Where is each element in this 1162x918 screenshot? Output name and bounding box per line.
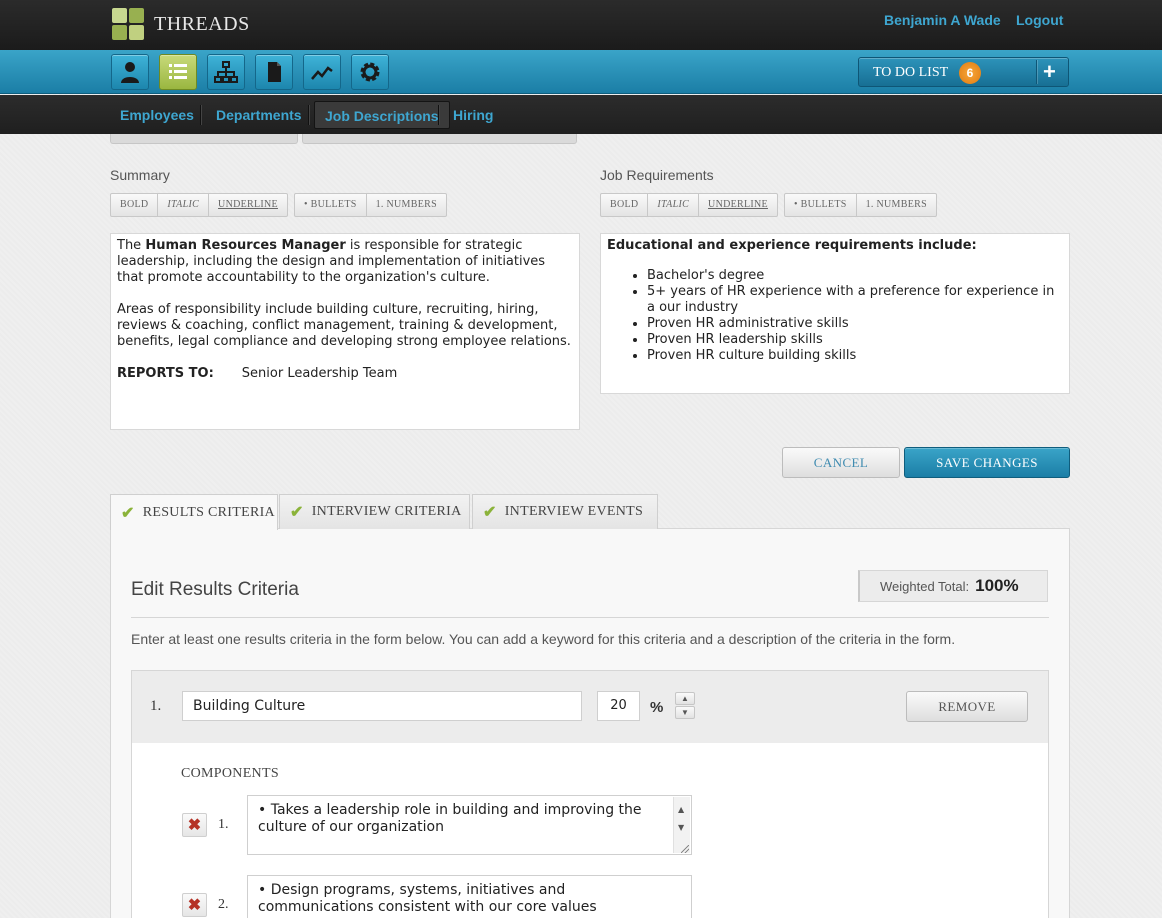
components-label: COMPONENTS bbox=[181, 766, 279, 781]
trend-chart-icon[interactable] bbox=[303, 54, 341, 90]
sub-navigation: Employees Departments Job Descriptions H… bbox=[0, 95, 1162, 134]
resize-handle-icon[interactable] bbox=[681, 845, 689, 853]
add-todo-icon[interactable]: + bbox=[1043, 60, 1056, 84]
subnav-divider bbox=[308, 105, 309, 125]
criterion-name-input[interactable]: Building Culture bbox=[182, 691, 582, 721]
list-item: Proven HR administrative skills bbox=[647, 316, 1063, 332]
percent-sign: % bbox=[650, 699, 664, 716]
user-name-link[interactable]: Benjamin A Wade bbox=[884, 12, 1001, 28]
subnav-item-hiring[interactable]: Hiring bbox=[443, 101, 503, 129]
document-icon[interactable] bbox=[255, 54, 293, 90]
gear-icon[interactable] bbox=[351, 54, 389, 90]
weighted-total-value: 100% bbox=[975, 576, 1019, 595]
subnav-divider bbox=[200, 105, 201, 125]
cutoff-field[interactable] bbox=[302, 134, 577, 144]
threads-logo-icon[interactable] bbox=[112, 8, 146, 42]
bullets-button[interactable]: • BULLETS bbox=[295, 194, 367, 216]
delete-component-icon[interactable]: ✖ bbox=[182, 893, 207, 917]
list-icon[interactable] bbox=[159, 54, 197, 90]
instructions-text: Enter at least one results criteria in t… bbox=[131, 631, 956, 647]
logout-link[interactable]: Logout bbox=[1016, 12, 1063, 28]
todo-divider bbox=[1036, 60, 1037, 84]
list-item: 5+ years of HR experience with a prefere… bbox=[647, 284, 1063, 316]
person-icon[interactable] bbox=[111, 54, 149, 90]
component-textarea[interactable]: • Design programs, systems, initiatives … bbox=[247, 875, 692, 918]
checkmark-icon: ✔ bbox=[121, 504, 135, 522]
requirements-text-format-group: BOLD ITALIC UNDERLINE bbox=[600, 193, 778, 217]
org-chart-icon[interactable] bbox=[207, 54, 245, 90]
numbers-button[interactable]: 1. NUMBERS bbox=[367, 194, 446, 216]
bold-button[interactable]: BOLD bbox=[111, 194, 159, 216]
weighted-total-box: Weighted Total: 100% bbox=[858, 570, 1048, 602]
checkmark-icon: ✔ bbox=[290, 504, 304, 521]
remove-criterion-button[interactable]: REMOVE bbox=[906, 691, 1028, 722]
summary-paragraph-1: The Human Resources Manager is responsib… bbox=[117, 238, 546, 285]
checkmark-icon: ✔ bbox=[483, 504, 497, 521]
scroll-up-arrow-icon[interactable]: ▲ bbox=[678, 801, 684, 818]
tab-label: INTERVIEW EVENTS bbox=[504, 504, 644, 519]
todo-label: TO DO LIST bbox=[873, 65, 949, 80]
section-divider bbox=[131, 617, 1049, 618]
bullets-button[interactable]: • BULLETS bbox=[785, 194, 857, 216]
criterion-number: 1. bbox=[150, 698, 162, 714]
increment-arrow-icon[interactable]: ▲ bbox=[675, 692, 695, 705]
italic-button[interactable]: ITALIC bbox=[158, 194, 210, 216]
tab-interview-events[interactable]: ✔ INTERVIEW EVENTS bbox=[472, 494, 658, 529]
tab-label: RESULTS CRITERIA bbox=[142, 504, 275, 520]
top-bar: THREADS Benjamin A Wade Logout bbox=[0, 0, 1162, 50]
todo-count-badge: 6 bbox=[959, 62, 981, 84]
save-changes-button[interactable]: SAVE CHANGES bbox=[904, 447, 1070, 478]
reports-to-line: REPORTS TO: Senior Leadership Team bbox=[117, 366, 573, 382]
summary-list-format-group: • BULLETS 1. NUMBERS bbox=[294, 193, 447, 217]
reports-to-label: REPORTS TO: bbox=[117, 366, 214, 381]
app-name[interactable]: THREADS bbox=[154, 13, 250, 36]
italic-button[interactable]: ITALIC bbox=[648, 194, 700, 216]
decrement-arrow-icon[interactable]: ▼ bbox=[675, 706, 695, 719]
subnav-divider bbox=[438, 105, 439, 125]
icon-toolbar: TO DO LIST 6 + bbox=[0, 50, 1162, 94]
weighted-total-label: Weighted Total: bbox=[880, 578, 970, 594]
cancel-button[interactable]: CANCEL bbox=[782, 447, 900, 478]
numbers-button[interactable]: 1. NUMBERS bbox=[857, 194, 936, 216]
component-number: 1. bbox=[218, 817, 229, 832]
scroll-down-arrow-icon[interactable]: ▼ bbox=[678, 819, 684, 836]
delete-component-icon[interactable]: ✖ bbox=[182, 813, 207, 837]
tab-label: INTERVIEW CRITERIA bbox=[311, 504, 462, 519]
tab-results-criteria[interactable]: ✔ RESULTS CRITERIA bbox=[110, 494, 278, 530]
section-title: Edit Results Criteria bbox=[131, 579, 299, 600]
component-text: • Design programs, systems, initiatives … bbox=[258, 882, 597, 915]
subnav-item-job-descriptions[interactable]: Job Descriptions bbox=[314, 101, 450, 129]
job-requirements-label: Job Requirements bbox=[600, 167, 714, 183]
criterion-weight-input[interactable]: 20 bbox=[597, 691, 640, 721]
underline-button[interactable]: UNDERLINE bbox=[699, 194, 777, 216]
requirements-heading: Educational and experience requirements … bbox=[607, 238, 977, 253]
reports-to-value: Senior Leadership Team bbox=[241, 366, 398, 381]
underline-button[interactable]: UNDERLINE bbox=[209, 194, 287, 216]
tab-interview-criteria[interactable]: ✔ INTERVIEW CRITERIA bbox=[279, 494, 470, 529]
weight-stepper[interactable]: ▲ ▼ bbox=[675, 692, 695, 720]
subnav-item-departments[interactable]: Departments bbox=[206, 101, 312, 129]
subnav-item-employees[interactable]: Employees bbox=[110, 101, 204, 129]
component-number: 2. bbox=[218, 897, 229, 912]
component-textarea[interactable]: • Takes a leadership role in building an… bbox=[247, 795, 692, 855]
component-text: • Takes a leadership role in building an… bbox=[258, 802, 642, 835]
job-title-bold: Human Resources Manager bbox=[145, 238, 346, 253]
summary-editor[interactable]: The Human Resources Manager is responsib… bbox=[110, 233, 580, 430]
list-item: Bachelor's degree bbox=[647, 268, 1063, 284]
summary-label: Summary bbox=[110, 167, 170, 183]
requirements-list-format-group: • BULLETS 1. NUMBERS bbox=[784, 193, 937, 217]
cutoff-field[interactable] bbox=[110, 134, 298, 144]
summary-text-format-group: BOLD ITALIC UNDERLINE bbox=[110, 193, 288, 217]
requirements-list: Bachelor's degree 5+ years of HR experie… bbox=[647, 268, 1063, 364]
bold-button[interactable]: BOLD bbox=[601, 194, 649, 216]
job-requirements-editor[interactable]: Educational and experience requirements … bbox=[600, 233, 1070, 394]
list-item: Proven HR leadership skills bbox=[647, 332, 1063, 348]
summary-paragraph-2: Areas of responsibility include building… bbox=[117, 302, 571, 349]
list-item: Proven HR culture building skills bbox=[647, 348, 1063, 364]
todo-list-button[interactable]: TO DO LIST 6 + bbox=[858, 57, 1069, 87]
